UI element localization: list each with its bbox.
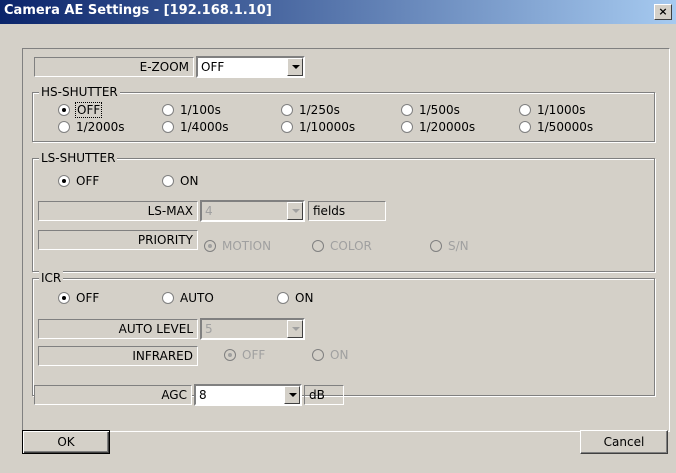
hs-shutter-1-50000-radio[interactable]: 1/50000s xyxy=(519,120,593,134)
agc-unit: dB xyxy=(304,385,344,405)
cancel-button[interactable]: Cancel xyxy=(580,430,668,454)
ls-shutter-off-radio[interactable]: OFF xyxy=(58,174,99,188)
chevron-down-icon[interactable] xyxy=(287,58,303,76)
priority-sn-radio[interactable]: S/N xyxy=(430,239,469,253)
auto-level-value: 5 xyxy=(205,322,213,336)
icr-auto-radio[interactable]: AUTO xyxy=(162,291,214,305)
ls-max-value: 4 xyxy=(205,204,213,218)
radio-dot-icon xyxy=(519,121,531,133)
ls-max-select[interactable]: 4 xyxy=(200,200,305,222)
hs-shutter-1-10000-radio[interactable]: 1/10000s xyxy=(281,120,355,134)
ezoom-label: E-ZOOM xyxy=(34,57,194,77)
ezoom-select[interactable]: OFF xyxy=(196,56,305,78)
radio-dot-icon xyxy=(58,175,70,187)
ls-shutter-on-radio[interactable]: ON xyxy=(162,174,198,188)
chevron-down-icon[interactable] xyxy=(287,202,303,220)
radio-dot-icon xyxy=(401,121,413,133)
chevron-down-icon[interactable] xyxy=(284,386,300,404)
hs-shutter-1-500-radio[interactable]: 1/500s xyxy=(401,103,460,117)
ls-max-unit: fields xyxy=(308,201,386,221)
radio-dot-icon xyxy=(204,240,216,252)
priority-color-radio[interactable]: COLOR xyxy=(312,239,372,253)
auto-level-select[interactable]: 5 xyxy=(200,318,305,340)
title-bar: Camera AE Settings - [192.168.1.10] × xyxy=(0,0,676,24)
priority-motion-radio[interactable]: MOTION xyxy=(204,239,271,253)
auto-level-label: AUTO LEVEL xyxy=(38,319,198,339)
radio-dot-icon xyxy=(58,121,70,133)
hs-shutter-1-20000-radio[interactable]: 1/20000s xyxy=(401,120,475,134)
hs-shutter-1-2000-radio[interactable]: 1/2000s xyxy=(58,120,124,134)
infrared-on-radio[interactable]: ON xyxy=(312,348,348,362)
icr-legend: ICR xyxy=(39,271,64,285)
close-icon[interactable]: × xyxy=(654,4,672,20)
radio-dot-icon xyxy=(162,292,174,304)
radio-dot-icon xyxy=(162,121,174,133)
radio-dot-icon xyxy=(224,349,236,361)
radio-dot-icon xyxy=(401,104,413,116)
radio-dot-icon xyxy=(58,292,70,304)
chevron-down-icon[interactable] xyxy=(287,320,303,338)
radio-dot-icon xyxy=(162,175,174,187)
hs-shutter-group: HS-SHUTTER xyxy=(32,85,655,142)
radio-dot-icon xyxy=(281,121,293,133)
radio-dot-icon xyxy=(312,349,324,361)
hs-shutter-1-1000-radio[interactable]: 1/1000s xyxy=(519,103,585,117)
ls-max-label: LS-MAX xyxy=(38,201,198,221)
hs-shutter-off-radio[interactable]: OFF xyxy=(58,102,103,118)
priority-label: PRIORITY xyxy=(38,230,198,250)
hs-shutter-1-100-radio[interactable]: 1/100s xyxy=(162,103,221,117)
radio-dot-icon xyxy=(58,104,70,116)
radio-dot-icon xyxy=(277,292,289,304)
radio-dot-icon xyxy=(312,240,324,252)
ls-shutter-legend: LS-SHUTTER xyxy=(39,151,118,165)
agc-select[interactable]: 8 xyxy=(194,384,302,406)
radio-dot-icon xyxy=(430,240,442,252)
icr-on-radio[interactable]: ON xyxy=(277,291,313,305)
radio-dot-icon xyxy=(162,104,174,116)
hs-shutter-1-4000-radio[interactable]: 1/4000s xyxy=(162,120,228,134)
radio-dot-icon xyxy=(281,104,293,116)
dialog-body: E-ZOOM OFF HS-SHUTTER OFF 1/100s 1/250s … xyxy=(0,24,676,473)
radio-dot-icon xyxy=(519,104,531,116)
icr-off-radio[interactable]: OFF xyxy=(58,291,99,305)
agc-label: AGC xyxy=(34,385,192,405)
window-title: Camera AE Settings - [192.168.1.10] xyxy=(4,3,272,18)
ok-button[interactable]: OK xyxy=(22,430,110,454)
infrared-off-radio[interactable]: OFF xyxy=(224,348,265,362)
hs-shutter-1-250-radio[interactable]: 1/250s xyxy=(281,103,340,117)
agc-value: 8 xyxy=(199,388,207,402)
infrared-label: INFRARED xyxy=(38,346,198,366)
ezoom-value: OFF xyxy=(201,60,225,74)
hs-shutter-legend: HS-SHUTTER xyxy=(39,85,120,99)
